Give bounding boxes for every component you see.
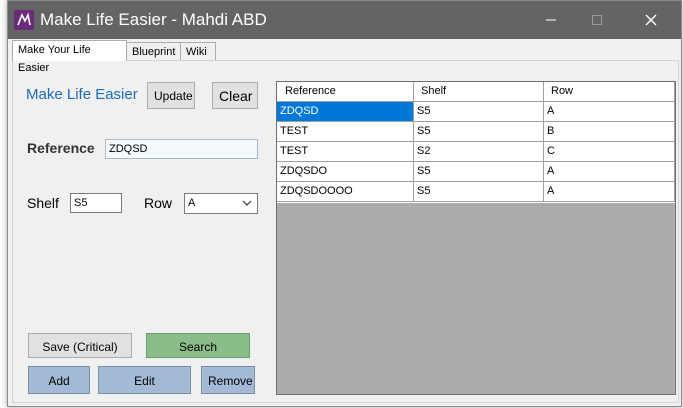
close-icon [645, 14, 657, 26]
update-button[interactable]: Update [147, 82, 195, 109]
tab-panel: Make Life Easier Update Clear Reference … [12, 60, 679, 403]
cell-reference[interactable]: ZDQSDOOOO [277, 182, 414, 202]
close-button[interactable] [628, 1, 674, 39]
cell-reference[interactable]: ZDQSD [277, 102, 414, 122]
row-label: Row [144, 195, 173, 211]
column-header-shelf[interactable]: Shelf [414, 82, 544, 102]
row-select-value: A [188, 197, 196, 209]
reference-input[interactable]: ZDQSD [105, 139, 258, 159]
table-row[interactable]: ZDQSD S5 A [277, 102, 675, 122]
column-header-row[interactable]: Row [544, 82, 675, 102]
cell-shelf[interactable]: S5 [414, 122, 544, 142]
tab-blueprint[interactable]: Blueprint [126, 42, 181, 60]
table-row[interactable]: TEST S5 B [277, 122, 675, 142]
cell-row[interactable]: A [544, 162, 675, 182]
cell-shelf[interactable]: S5 [414, 162, 544, 182]
records-grid-inner: Reference Shelf Row ZDQSD S5 A TEST S5 B… [277, 82, 675, 394]
cell-shelf[interactable]: S2 [414, 142, 544, 162]
cell-shelf[interactable]: S5 [414, 182, 544, 202]
title-bar[interactable]: Make Life Easier - Mahdi ABD [8, 1, 681, 39]
grid-empty-area [277, 203, 675, 394]
cell-reference[interactable]: ZDQSDO [277, 162, 414, 182]
app-window: Make Life Easier - Mahdi ABD Make Your L… [7, 0, 682, 407]
cell-reference[interactable]: TEST [277, 142, 414, 162]
cell-row[interactable]: B [544, 122, 675, 142]
cell-row[interactable]: C [544, 142, 675, 162]
tab-wiki[interactable]: Wiki [180, 42, 216, 60]
table-row[interactable]: ZDQSDOOOO S5 A [277, 182, 675, 202]
shelf-input[interactable]: S5 [70, 193, 122, 213]
cell-row[interactable]: A [544, 182, 675, 202]
save-critical-button[interactable]: Save (Critical) [28, 333, 132, 358]
records-grid[interactable]: Reference Shelf Row ZDQSD S5 A TEST S5 B… [276, 81, 676, 395]
table-row[interactable]: TEST S2 C [277, 142, 675, 162]
row-select[interactable]: A [184, 193, 258, 214]
chevron-down-icon [242, 200, 252, 206]
clear-button[interactable]: Clear [212, 82, 258, 109]
edit-button[interactable]: Edit [98, 366, 191, 394]
tab-make-your-life-easier[interactable]: Make Your Life Easier [12, 40, 127, 74]
maximize-icon [592, 15, 602, 25]
form-heading: Make Life Easier [26, 86, 138, 103]
table-row[interactable]: ZDQSDO S5 A [277, 162, 675, 182]
grid-header-row: Reference Shelf Row [277, 82, 675, 102]
column-header-reference[interactable]: Reference [277, 82, 414, 102]
remove-button[interactable]: Remove [201, 366, 255, 394]
cell-shelf[interactable]: S5 [414, 102, 544, 122]
shelf-label: Shelf [27, 195, 59, 211]
search-button[interactable]: Search [146, 333, 250, 358]
add-button[interactable]: Add [28, 366, 90, 394]
cell-row[interactable]: A [544, 102, 675, 122]
maximize-button[interactable] [574, 1, 620, 39]
minimize-button[interactable] [528, 1, 574, 39]
app-logo-icon [14, 10, 34, 30]
cell-reference[interactable]: TEST [277, 122, 414, 142]
minimize-icon [546, 19, 556, 21]
reference-label: Reference [27, 140, 95, 156]
window-title: Make Life Easier - Mahdi ABD [40, 10, 267, 29]
